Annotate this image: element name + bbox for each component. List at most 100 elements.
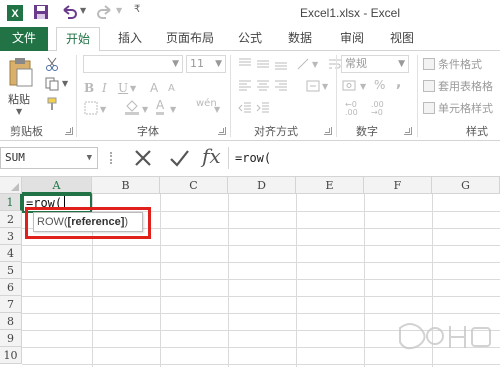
gridline <box>160 194 161 367</box>
save-icon[interactable] <box>33 4 49 20</box>
redo-dropdown-icon[interactable]: ▼ <box>116 6 122 15</box>
phonetic-dropdown-icon[interactable]: ▼ <box>214 105 220 114</box>
clipboard-launcher-icon[interactable] <box>65 127 73 135</box>
comma-style-icon[interactable]: , <box>396 75 401 91</box>
font-color-dropdown-icon[interactable]: ▼ <box>170 105 176 114</box>
decrease-font-icon[interactable]: A <box>168 83 175 94</box>
cut-icon[interactable] <box>45 57 59 71</box>
decrease-decimal-icon[interactable]: .00 →0 <box>371 101 384 117</box>
row-header-6[interactable]: 6 <box>0 279 22 296</box>
row-header-5[interactable]: 5 <box>0 262 22 279</box>
column-header-d[interactable]: D <box>228 177 296 194</box>
format-as-table-label: 套用表格格 <box>438 80 493 93</box>
row-header-9[interactable]: 9 <box>0 330 22 347</box>
tab-insert[interactable]: 插入 <box>112 27 148 51</box>
tab-page-layout[interactable]: 页面布局 <box>160 27 220 51</box>
column-header-b[interactable]: B <box>92 177 160 194</box>
increase-decimal-icon[interactable]: ←0.00 <box>345 101 358 117</box>
alignment-launcher-icon[interactable] <box>324 127 332 135</box>
font-size-combo[interactable]: 11 ▼ <box>186 55 226 73</box>
formula-bar-grip[interactable] <box>110 152 113 164</box>
borders-icon[interactable] <box>84 101 98 115</box>
align-left-icon[interactable] <box>238 79 252 93</box>
name-box[interactable]: SUM ▼ <box>0 147 98 169</box>
borders-dropdown-icon[interactable]: ▼ <box>100 105 106 114</box>
font-color-icon[interactable]: A <box>156 99 165 115</box>
select-all-button[interactable] <box>0 177 22 194</box>
tab-formulas[interactable]: 公式 <box>232 27 268 51</box>
accounting-format-icon[interactable] <box>342 79 358 93</box>
copy-icon[interactable] <box>45 77 59 91</box>
column-header-g[interactable]: G <box>432 177 500 194</box>
grow-font-icon[interactable]: B <box>84 81 94 95</box>
copy-dropdown-icon[interactable]: ▼ <box>62 79 68 88</box>
underline-icon[interactable]: U <box>118 81 128 95</box>
fill-dropdown-icon[interactable]: ▼ <box>142 105 148 114</box>
wrap-text-icon[interactable] <box>328 57 342 71</box>
italic-icon[interactable]: I <box>102 81 107 95</box>
conditional-formatting-button[interactable]: 条件格式 <box>423 56 482 72</box>
paste-button-label[interactable]: 粘贴 <box>8 91 30 107</box>
customize-icon[interactable]: ₹ <box>134 4 140 15</box>
middle-align-icon[interactable] <box>256 57 270 71</box>
tab-view[interactable]: 视图 <box>384 27 420 51</box>
gridline <box>364 194 365 367</box>
align-center-icon[interactable] <box>256 79 270 93</box>
percent-icon[interactable]: % <box>374 78 385 92</box>
top-align-icon[interactable] <box>238 57 252 71</box>
format-as-table-button[interactable]: 套用表格格 <box>423 78 493 94</box>
merge-dropdown-icon[interactable]: ▼ <box>322 82 328 91</box>
gridline <box>22 296 500 297</box>
column-header-a[interactable]: A <box>22 177 92 194</box>
tab-review[interactable]: 审阅 <box>334 27 370 51</box>
row-header-2[interactable]: 2 <box>0 211 22 228</box>
increase-font-icon[interactable]: A <box>150 81 158 95</box>
number-launcher-icon[interactable] <box>404 127 412 135</box>
font-launcher-icon[interactable] <box>218 127 226 135</box>
paste-icon[interactable] <box>8 57 34 87</box>
orientation-icon[interactable] <box>296 57 310 71</box>
column-header-c[interactable]: C <box>160 177 228 194</box>
increase-indent-icon[interactable] <box>256 101 270 115</box>
insert-function-icon[interactable]: fx <box>202 144 221 168</box>
row-header-3[interactable]: 3 <box>0 228 22 245</box>
row-header-4[interactable]: 4 <box>0 245 22 262</box>
accounting-dropdown-icon[interactable]: ▼ <box>360 82 366 91</box>
decrease-indent-icon[interactable] <box>238 101 252 115</box>
column-header-f[interactable]: F <box>364 177 432 194</box>
ribbon: 粘贴 ▼ ▼ 剪贴板 ▼ 11 ▼ B I U ▼ A A ▼ ▼ A ▼ wén… <box>0 51 500 141</box>
cell-styles-button[interactable]: 单元格样式 <box>423 100 493 116</box>
enter-icon[interactable] <box>167 146 191 170</box>
number-format-combo[interactable]: 常规 ▼ <box>341 55 409 73</box>
row-header-10[interactable]: 10 <box>0 347 22 364</box>
paste-dropdown-icon[interactable]: ▼ <box>16 107 22 116</box>
formula-input[interactable]: =row( <box>228 147 500 169</box>
cell-styles-label: 单元格样式 <box>438 102 493 115</box>
tab-home[interactable]: 开始 <box>56 27 100 52</box>
underline-dropdown-icon[interactable]: ▼ <box>130 84 136 93</box>
undo-icon[interactable] <box>60 4 78 20</box>
row-header-7[interactable]: 7 <box>0 296 22 313</box>
row-header-1[interactable]: 1 <box>0 194 22 211</box>
font-name-combo[interactable]: ▼ <box>83 55 183 73</box>
merge-center-icon[interactable] <box>306 79 320 93</box>
conditional-formatting-label: 条件格式 <box>438 58 482 71</box>
tab-file[interactable]: 文件 <box>0 27 48 51</box>
group-separator <box>76 55 77 137</box>
orientation-dropdown-icon[interactable]: ▼ <box>312 60 318 69</box>
fill-color-icon[interactable] <box>124 99 140 115</box>
name-box-dropdown-icon[interactable]: ▼ <box>87 148 92 168</box>
align-right-icon[interactable] <box>274 79 288 93</box>
undo-dropdown-icon[interactable]: ▼ <box>80 6 86 15</box>
conditional-formatting-icon <box>423 58 435 70</box>
cancel-icon[interactable] <box>131 146 155 170</box>
format-painter-icon[interactable] <box>45 97 59 111</box>
redo-icon[interactable] <box>96 4 114 20</box>
column-header-e[interactable]: E <box>296 177 364 194</box>
formula-bar: SUM ▼ fx =row( <box>0 141 500 177</box>
row-header-8[interactable]: 8 <box>0 313 22 330</box>
gridline <box>228 194 229 367</box>
bottom-align-icon[interactable] <box>274 57 288 71</box>
gridline <box>22 313 500 314</box>
tab-data[interactable]: 数据 <box>282 27 318 51</box>
